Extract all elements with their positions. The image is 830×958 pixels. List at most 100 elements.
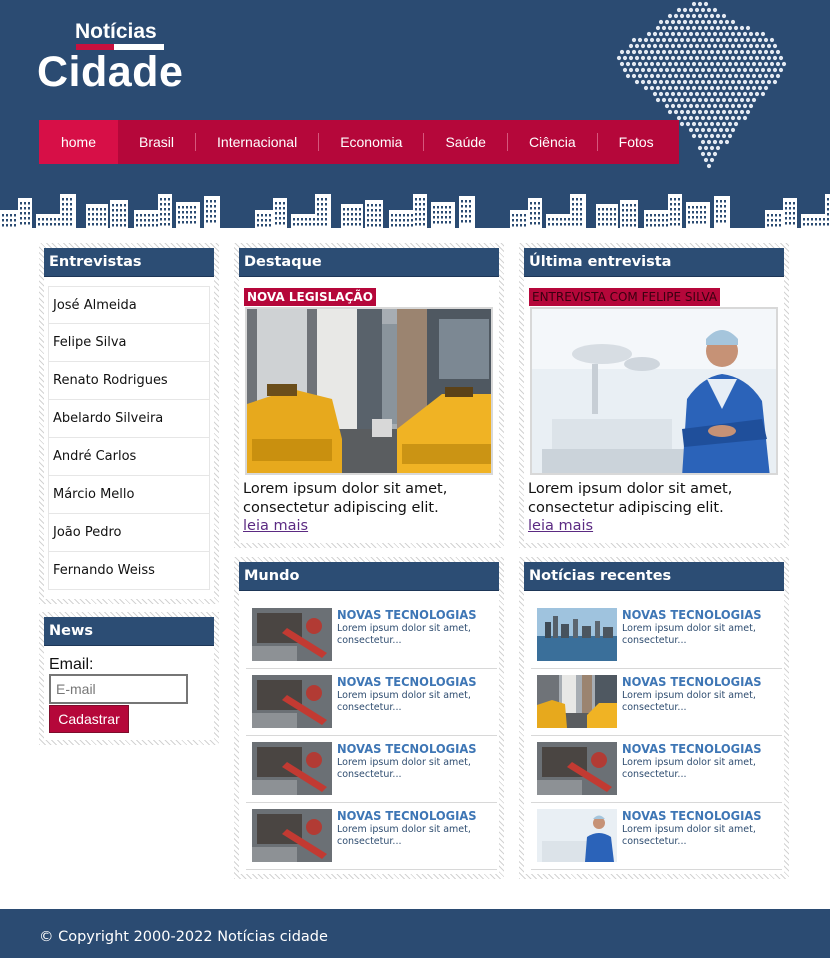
- skyline-window: [283, 222, 285, 225]
- skyline-window: [407, 224, 409, 227]
- interview-item[interactable]: Abelardo Silveira: [48, 400, 210, 438]
- skyline-window: [560, 218, 562, 221]
- map-dot: [682, 115, 688, 121]
- map-dot: [643, 61, 649, 67]
- map-dot: [625, 73, 631, 79]
- map-dot: [658, 43, 664, 49]
- map-dot: [688, 127, 694, 133]
- skyline-window: [24, 207, 26, 210]
- skyline-window: [309, 218, 311, 221]
- news-headline[interactable]: NOVAS TECNOLOGIAS: [337, 674, 477, 689]
- skyline-window: [178, 206, 180, 209]
- copyright-text: © Copyright 2000-2022 Notícias cidade: [39, 929, 328, 945]
- interview-item[interactable]: João Pedro: [48, 514, 210, 552]
- map-dot: [706, 7, 712, 13]
- skyline-window: [351, 223, 353, 226]
- interviews-list: José Almeida Felipe Silva Renato Rodrigu…: [48, 286, 210, 590]
- news-headline[interactable]: NOVAS TECNOLOGIAS: [337, 741, 477, 756]
- skyline-window: [520, 214, 522, 217]
- desk-photo: [252, 608, 332, 661]
- latest-interview-image[interactable]: [530, 307, 778, 475]
- map-dot: [760, 67, 766, 73]
- skyline-window: [538, 207, 540, 210]
- skyline-window: [28, 212, 30, 215]
- map-dot: [700, 139, 706, 145]
- news-row[interactable]: NOVAS TECNOLOGIAS Lorem ipsum dolor sit …: [246, 803, 497, 870]
- skyline-window: [305, 218, 307, 221]
- skyline-window: [10, 219, 12, 222]
- skyline-window: [6, 224, 8, 227]
- news-row[interactable]: NOVAS TECNOLOGIAS Lorem ipsum dolor sit …: [531, 803, 782, 870]
- news-headline[interactable]: NOVAS TECNOLOGIAS: [337, 808, 477, 823]
- map-dot: [646, 79, 652, 85]
- map-dot: [718, 127, 724, 133]
- map-dot: [721, 97, 727, 103]
- nav-item-ciencia[interactable]: Ciência: [508, 120, 597, 164]
- news-headline[interactable]: NOVAS TECNOLOGIAS: [622, 674, 762, 689]
- map-dot: [634, 67, 640, 73]
- news-headline[interactable]: NOVAS TECNOLOGIAS: [622, 741, 762, 756]
- map-dot: [751, 61, 757, 67]
- news-row[interactable]: NOVAS TECNOLOGIAS Lorem ipsum dolor sit …: [246, 669, 497, 736]
- skyline-window: [351, 218, 353, 221]
- news-row[interactable]: NOVAS TECNOLOGIAS Lorem ipsum dolor sit …: [531, 669, 782, 736]
- map-dot: [706, 115, 712, 121]
- skyline-window: [415, 213, 417, 216]
- news-row[interactable]: NOVAS TECNOLOGIAS Lorem ipsum dolor sit …: [246, 736, 497, 803]
- nav-item-saude[interactable]: Saúde: [424, 120, 506, 164]
- latest-interview-read-more-link[interactable]: leia mais: [528, 518, 593, 534]
- news-headline[interactable]: NOVAS TECNOLOGIAS: [622, 808, 762, 823]
- skyline-window: [190, 211, 192, 214]
- news-headline[interactable]: NOVAS TECNOLOGIAS: [337, 607, 477, 622]
- map-dot: [748, 91, 754, 97]
- news-row[interactable]: NOVAS TECNOLOGIAS Lorem ipsum dolor sit …: [531, 736, 782, 803]
- skyline-window: [662, 224, 664, 227]
- world-news-list: NOVAS TECNOLOGIAS Lorem ipsum dolor sit …: [246, 602, 497, 870]
- recent-news-title: Notícias recentes: [524, 562, 784, 591]
- interview-item[interactable]: Felipe Silva: [48, 324, 210, 362]
- logo-small-title[interactable]: Notícias: [75, 20, 157, 44]
- news-headline[interactable]: NOVAS TECNOLOGIAS: [622, 607, 762, 622]
- skyline-window: [116, 204, 118, 207]
- featured-read-more-link[interactable]: leia mais: [243, 518, 308, 534]
- skyline-window: [359, 208, 361, 211]
- skyline-window: [24, 202, 26, 205]
- interview-item[interactable]: José Almeida: [48, 286, 210, 324]
- skyline-window: [269, 214, 271, 217]
- subscribe-button[interactable]: Cadastrar: [49, 705, 129, 733]
- interview-item[interactable]: Márcio Mello: [48, 476, 210, 514]
- skyline-window: [674, 218, 676, 221]
- skyline-window: [194, 221, 196, 224]
- email-field[interactable]: [49, 674, 188, 704]
- skyline-window: [512, 219, 514, 222]
- skyline-window: [564, 218, 566, 221]
- map-dot: [619, 61, 625, 67]
- interview-item[interactable]: Fernando Weiss: [48, 552, 210, 590]
- map-dot: [691, 73, 697, 79]
- interview-item[interactable]: André Carlos: [48, 438, 210, 476]
- map-dot: [682, 67, 688, 73]
- skyline-window: [646, 219, 648, 222]
- skyline-window: [654, 224, 656, 227]
- skyline-window: [112, 219, 114, 222]
- map-dot: [715, 145, 721, 151]
- news-row[interactable]: NOVAS TECNOLOGIAS Lorem ipsum dolor sit …: [246, 602, 497, 669]
- nav-item-brasil[interactable]: Brasil: [118, 120, 195, 164]
- skyline-window: [658, 214, 660, 217]
- news-row[interactable]: NOVAS TECNOLOGIAS Lorem ipsum dolor sit …: [531, 602, 782, 669]
- logo-big-title[interactable]: Cidade: [37, 48, 183, 97]
- skyline-window: [516, 219, 518, 222]
- featured-image[interactable]: [245, 307, 493, 475]
- map-dot: [643, 85, 649, 91]
- skyline-window: [375, 219, 377, 222]
- skyline-window: [42, 218, 44, 221]
- nav-item-internacional[interactable]: Internacional: [196, 120, 318, 164]
- skyline-window: [156, 214, 158, 217]
- interview-item[interactable]: Renato Rodrigues: [48, 362, 210, 400]
- nav-item-fotos[interactable]: Fotos: [598, 120, 675, 164]
- skyline-window: [140, 224, 142, 227]
- nav-item-economia[interactable]: Economia: [319, 120, 423, 164]
- skyline-window: [50, 223, 52, 226]
- map-dot: [685, 97, 691, 103]
- nav-item-home[interactable]: home: [39, 120, 118, 164]
